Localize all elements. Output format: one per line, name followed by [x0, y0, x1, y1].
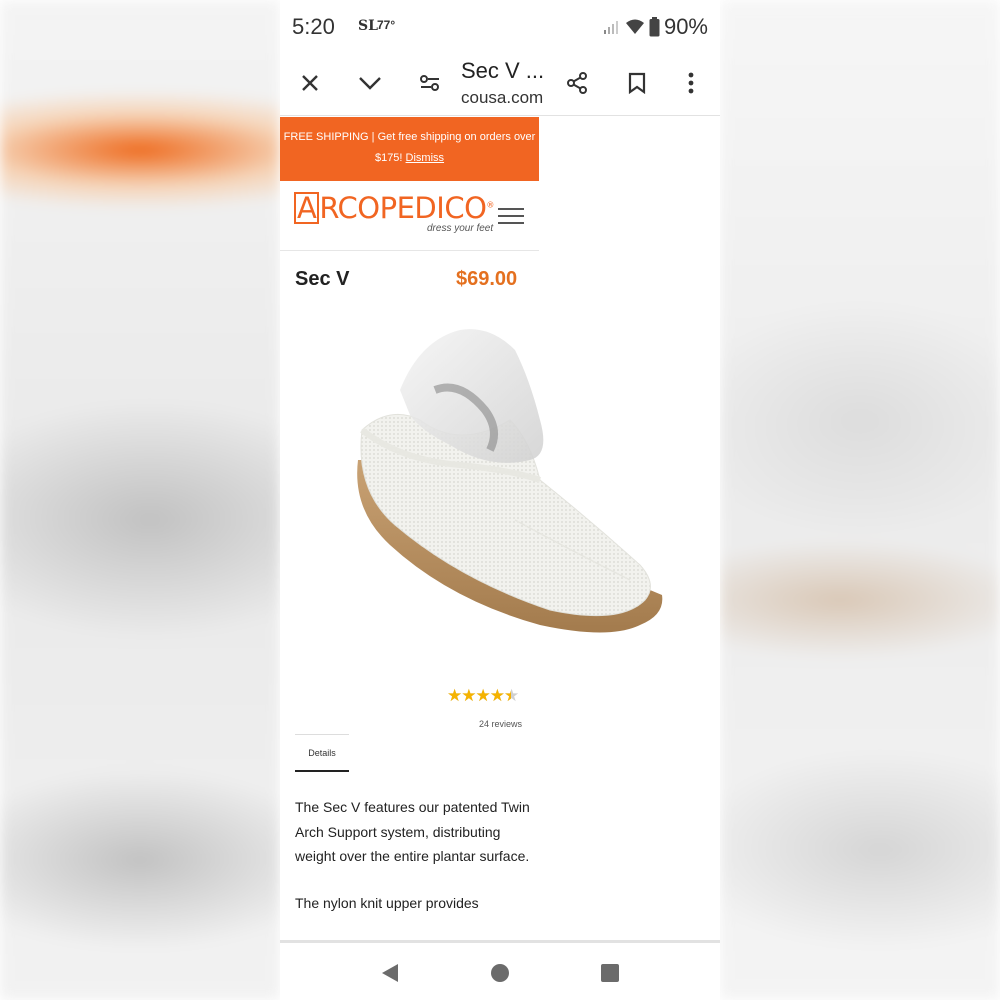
dismiss-link[interactable]: Dismiss [406, 152, 445, 164]
rating-stars[interactable]: ★★★★★ ★★★★★ [447, 686, 519, 706]
banner-text: FREE SHIPPING | Get free shipping on ord… [283, 131, 536, 143]
hamburger-menu-icon[interactable] [498, 208, 524, 226]
product-price: $69.00 [456, 268, 518, 290]
wifi-icon [625, 19, 644, 34]
status-right-group: 90% [603, 14, 708, 40]
page-title[interactable]: Sec V ... [461, 58, 544, 84]
logo-text: RCOPEDICO [319, 191, 487, 225]
back-icon[interactable] [378, 961, 402, 985]
browser-toolbar: Sec V ... cousa.com [280, 52, 720, 116]
product-image[interactable] [340, 320, 680, 670]
close-icon[interactable] [291, 64, 329, 102]
logo-initial: A [294, 192, 320, 224]
description-paragraph: The nylon knit upper provides [295, 894, 479, 911]
bookmark-icon[interactable] [618, 64, 656, 102]
page-url[interactable]: cousa.com [461, 88, 543, 108]
status-time: 5:20 [292, 14, 335, 39]
battery-percent: 90% [663, 14, 708, 39]
tab-details[interactable]: Details [295, 734, 349, 772]
site-header: A RCOPEDICO® dress your feet [280, 181, 539, 251]
phone-screen: 5:20 SL 77° 90% Sec V ... cousa.com FREE… [280, 0, 720, 1000]
rating-stars-filled: ★★★★★ [447, 686, 511, 705]
blurred-background-right [720, 0, 1000, 1000]
product-name: Sec V [295, 268, 350, 290]
product-description: The Sec V features our patented Twin Arc… [295, 795, 535, 937]
notification-app-icon: SL [358, 18, 378, 34]
arcopedico-logo[interactable]: A RCOPEDICO® [294, 191, 494, 225]
signal-icon [603, 21, 618, 34]
banner-line2: $175! Dismiss [280, 148, 539, 169]
recents-icon[interactable] [598, 961, 622, 985]
home-icon[interactable] [488, 961, 512, 985]
share-icon[interactable] [558, 64, 596, 102]
system-nav-bar [280, 940, 720, 1000]
banner-amount: $175! [374, 152, 403, 164]
weather-temperature: 77° [377, 18, 396, 32]
blurred-background-left [0, 0, 280, 1000]
logo-tagline: dress your feet [427, 223, 494, 234]
review-count[interactable]: 24 reviews [479, 719, 522, 729]
chevron-down-icon[interactable] [351, 64, 389, 102]
battery-icon [649, 17, 660, 37]
more-vert-icon[interactable] [672, 64, 710, 102]
logo-mark: ® [486, 200, 494, 210]
free-shipping-banner: FREE SHIPPING | Get free shipping on ord… [280, 117, 539, 181]
status-bar: 5:20 SL 77° 90% [280, 0, 720, 52]
settings-sliders-icon[interactable] [411, 64, 449, 102]
description-paragraph: The Sec V features our patented Twin Arc… [295, 799, 530, 864]
